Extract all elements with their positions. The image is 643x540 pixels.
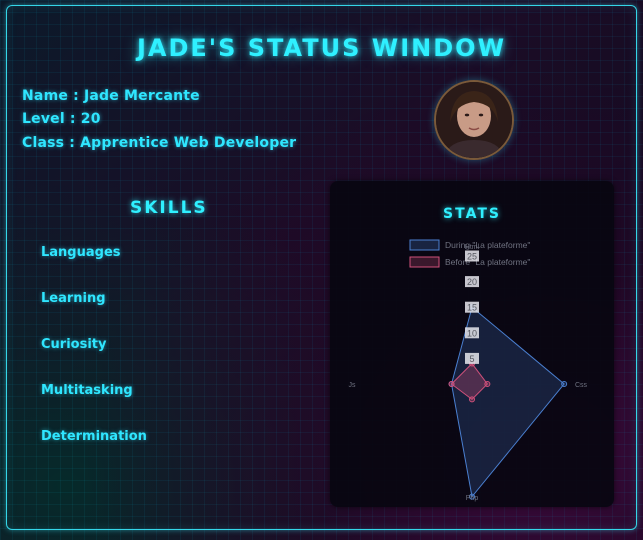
axis-label: Js [349,382,357,389]
skills-heading: SKILLS [130,198,208,218]
skill-item: Languages [41,245,121,260]
legend-label-before: Before "La plateforme" [445,257,530,267]
data-point [561,381,568,387]
scale-tick-label: 25 [467,252,477,262]
legend-label-during: During "La plateforme" [445,240,530,250]
legend-swatch-during [409,239,440,251]
page-title: JADE'S STATUS WINDOW [136,34,507,62]
skill-item: Curiosity [41,337,107,352]
data-point [484,381,491,387]
scale-tick-label: 10 [467,328,477,338]
scale-tick-label: 5 [469,354,474,364]
axis-label: Html [465,244,480,251]
skill-item: Multitasking [41,383,133,398]
stats-radar-chart: During "La plateforme" Before "La platef… [349,239,588,502]
avatar [434,80,514,160]
profile-class: Class : Apprentice Web Developer [22,135,297,151]
skill-item: Learning [41,291,106,306]
data-point [469,396,475,403]
scale-tick-label: 20 [467,277,477,287]
profile-level: Level : 20 [22,111,101,127]
axis-label: Php [466,495,479,502]
data-point [448,381,455,387]
legend-swatch-before [409,256,440,268]
profile-name: Name : Jade Mercante [22,88,200,104]
avatar-portrait-icon [436,82,512,158]
skill-item: Determination [41,429,147,444]
axis-label: Css [575,382,588,389]
scale-tick-label: 15 [467,303,477,313]
